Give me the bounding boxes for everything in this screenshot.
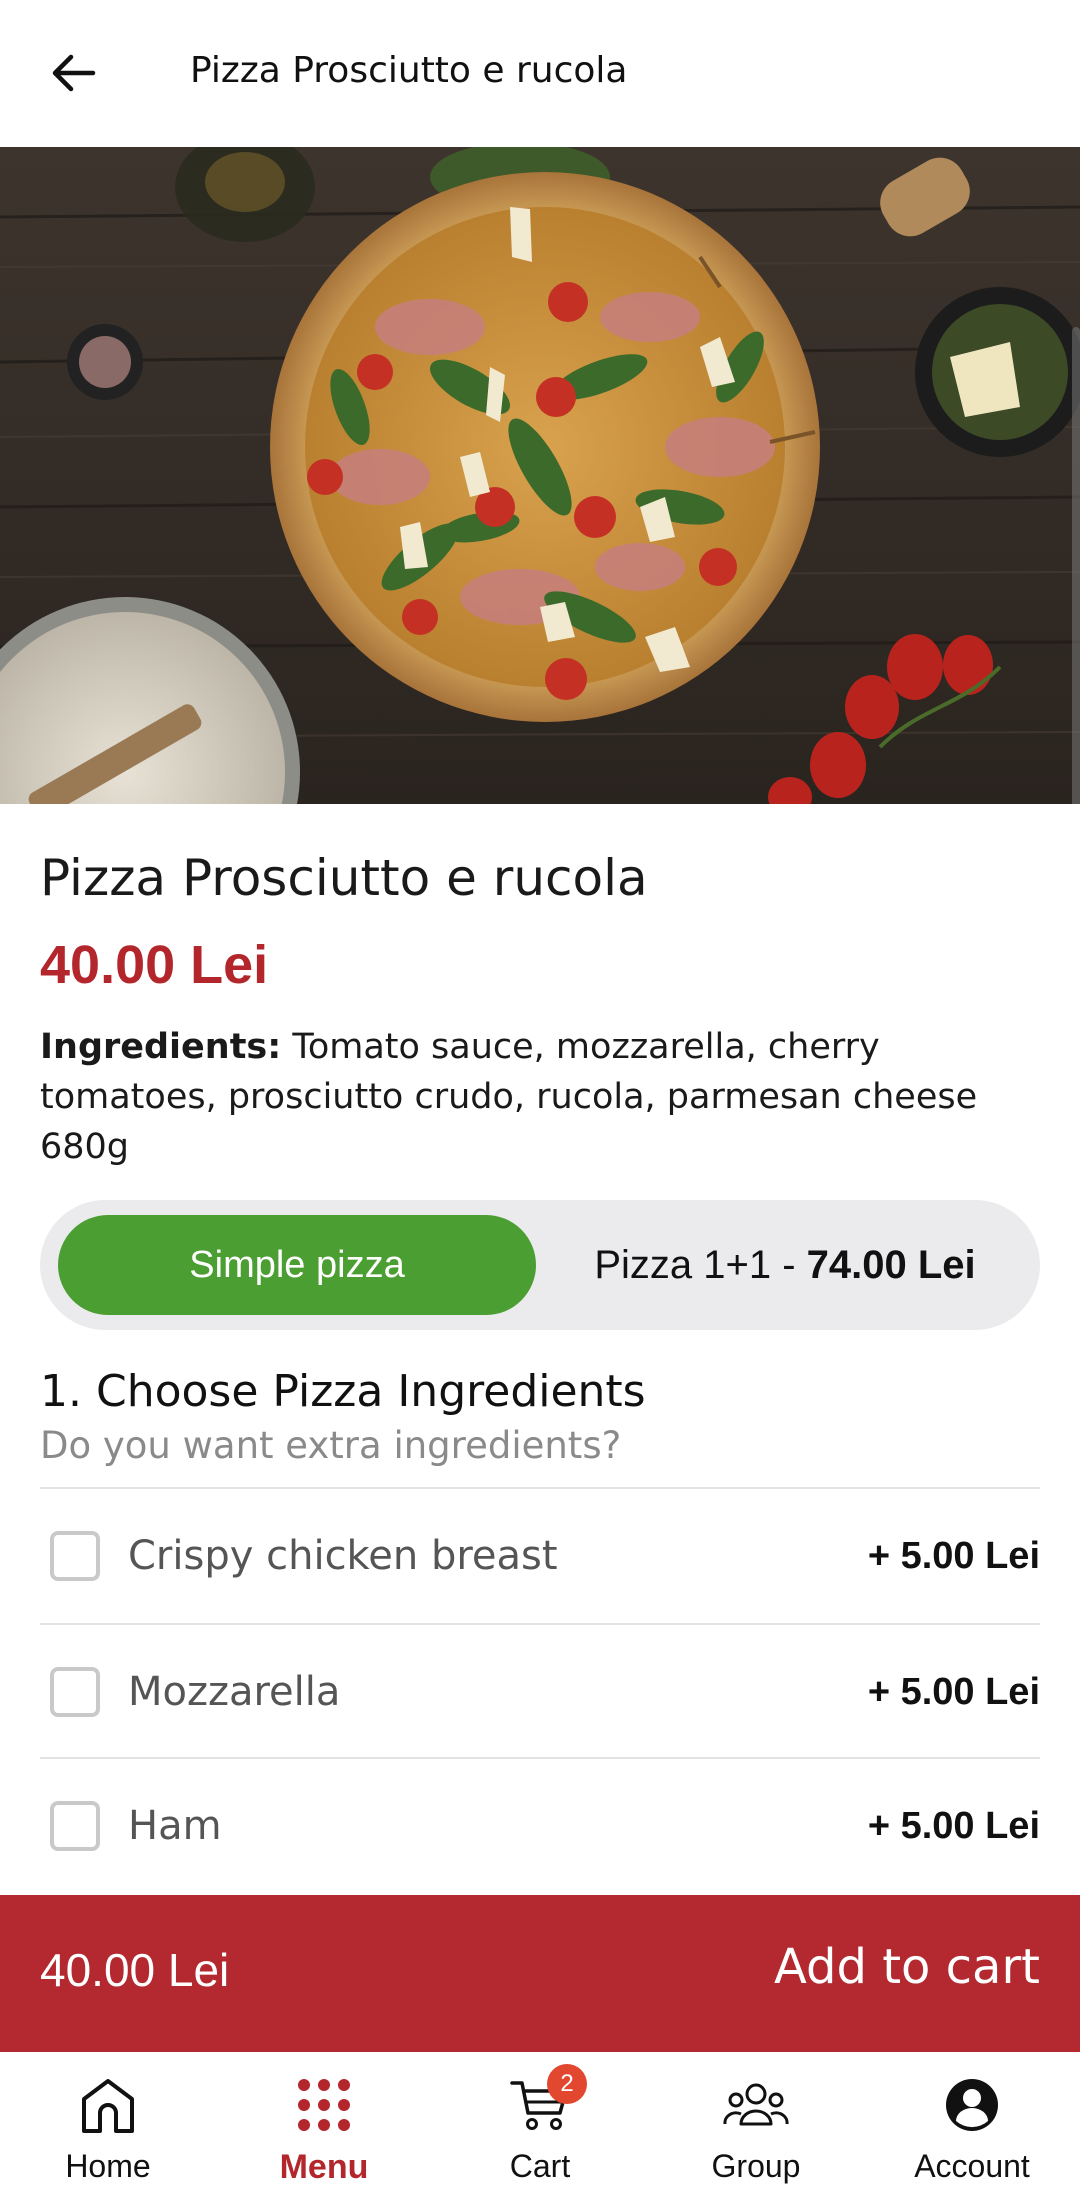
group-icon (721, 2070, 791, 2140)
product-image (0, 147, 1080, 804)
ingredient-option[interactable]: Ham + 5.00 Lei (40, 1759, 1040, 1893)
ingredients-label: Ingredients: (40, 1027, 282, 1067)
cart-icon: 2 (505, 2064, 587, 2140)
variant-label: Pizza 1+1 - (594, 1242, 807, 1287)
nav-label: Menu (279, 2148, 369, 2186)
arrow-left-icon (52, 54, 96, 92)
home-icon (73, 2070, 143, 2140)
section-subtitle: Do you want extra ingredients? (40, 1424, 622, 1467)
menu-grid-icon (289, 2070, 359, 2140)
product-name: Pizza Prosciutto e rucola (40, 849, 648, 907)
variant-pizza-1-plus-1[interactable]: Pizza 1+1 - 74.00 Lei (550, 1215, 1020, 1315)
variant-price: 74.00 Lei (806, 1242, 976, 1287)
option-price: + 5.00 Lei (867, 1535, 1040, 1577)
nav-label: Cart (509, 2148, 571, 2184)
option-price: + 5.00 Lei (867, 1805, 1040, 1847)
checkbox[interactable] (50, 1667, 100, 1717)
variant-toggle: Simple pizza Pizza 1+1 - 74.00 Lei (40, 1200, 1040, 1330)
nav-item-home[interactable]: Home (0, 2052, 216, 2199)
nav-label: Home (65, 2148, 151, 2184)
checkbox[interactable] (50, 1531, 100, 1581)
page-title: Pizza Prosciutto e rucola (190, 50, 628, 91)
product-weight: 680g (40, 1127, 130, 1167)
scrollbar[interactable] (1072, 327, 1080, 804)
nav-item-menu[interactable]: Menu (216, 2052, 432, 2199)
section-title: 1. Choose Pizza Ingredients (40, 1366, 646, 1417)
nav-item-group[interactable]: Group (648, 2052, 864, 2199)
product-description: Ingredients: Tomato sauce, mozzarella, c… (40, 1022, 1040, 1172)
option-label: Mozzarella (128, 1669, 341, 1715)
option-label: Ham (128, 1803, 222, 1849)
nav-label: Account (914, 2148, 1030, 2184)
add-to-cart-button[interactable]: Add to cart (774, 1939, 1040, 1995)
nav-label: Group (711, 2148, 801, 2184)
back-button[interactable] (40, 38, 106, 108)
option-price: + 5.00 Lei (867, 1671, 1040, 1713)
nav-item-cart[interactable]: 2 Cart (432, 2052, 648, 2199)
add-to-cart-bar[interactable]: 40.00 Lei Add to cart (0, 1895, 1080, 2052)
option-label: Crispy chicken breast (128, 1533, 558, 1579)
variant-simple-pizza[interactable]: Simple pizza (58, 1215, 536, 1315)
bottom-nav: Home Menu 2 Cart Group Account (0, 2052, 1080, 2199)
app-bar: Pizza Prosciutto e rucola (0, 0, 1080, 147)
nav-item-account[interactable]: Account (864, 2052, 1080, 2199)
cart-total: 40.00 Lei (40, 1944, 230, 1996)
product-price: 40.00 Lei (40, 935, 269, 995)
ingredient-option[interactable]: Crispy chicken breast + 5.00 Lei (40, 1489, 1040, 1623)
checkbox[interactable] (50, 1801, 100, 1851)
account-icon (937, 2070, 1007, 2140)
cart-count-badge: 2 (547, 2064, 587, 2104)
ingredient-option[interactable]: Mozzarella + 5.00 Lei (40, 1625, 1040, 1759)
